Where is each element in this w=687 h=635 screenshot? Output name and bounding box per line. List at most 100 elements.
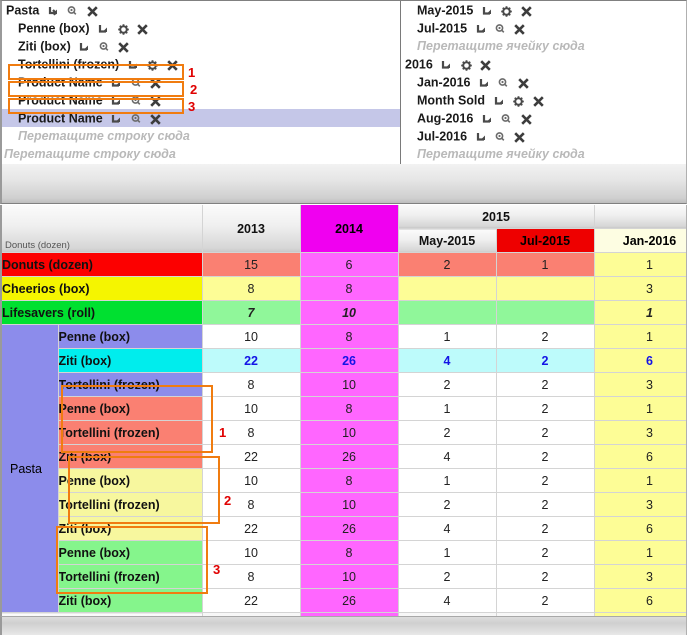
filter-gear-icon[interactable] bbox=[494, 23, 507, 36]
table-row[interactable]: Ziti (box) 22 26 4 2 6 bbox=[2, 348, 686, 373]
remove-x-icon[interactable] bbox=[479, 59, 492, 72]
data-cell[interactable]: 3 bbox=[594, 276, 686, 301]
data-cell[interactable]: 1 bbox=[594, 468, 686, 493]
data-cell[interactable]: 2 bbox=[398, 492, 497, 517]
data-cell[interactable]: 10 bbox=[300, 420, 399, 445]
row-header-label[interactable]: Tortellini (frozen) bbox=[58, 420, 203, 445]
data-cell[interactable]: 22 bbox=[202, 516, 301, 541]
data-cell[interactable]: 8 bbox=[202, 420, 301, 445]
col-field-item-2016[interactable]: 2016 bbox=[401, 55, 686, 73]
filter-gear-icon[interactable] bbox=[500, 5, 513, 18]
drill-arrow-icon[interactable] bbox=[475, 23, 488, 36]
table-row[interactable]: Tortellini (frozen) 8 10 2 2 3 bbox=[2, 372, 686, 397]
data-cell[interactable]: 4 bbox=[398, 348, 497, 373]
table-row[interactable]: Penne (box) 10 8 1 2 1 bbox=[2, 468, 686, 493]
row-field-item-product-name-3[interactable]: Product Name bbox=[2, 109, 400, 127]
col-drop-hint-mid[interactable]: Перетащите ячейку сюда bbox=[401, 37, 686, 55]
data-cell[interactable]: 2 bbox=[496, 588, 595, 613]
row-field-item-product-name-1[interactable]: Product Name bbox=[2, 73, 400, 91]
row-fields-panel[interactable]: Pasta Penne (box) Ziti (box) Tortellini … bbox=[2, 1, 401, 164]
data-cell[interactable]: 26 bbox=[300, 516, 399, 541]
data-cell[interactable]: 1 bbox=[398, 468, 497, 493]
filter-gear-icon[interactable] bbox=[512, 95, 525, 108]
table-row[interactable]: Pasta Penne (box) 10 8 1 2 1 bbox=[2, 324, 686, 613]
row-field-item[interactable]: Pasta bbox=[2, 1, 400, 19]
filter-gear-icon[interactable] bbox=[494, 131, 507, 144]
filter-gear-icon[interactable] bbox=[117, 23, 130, 36]
drill-arrow-icon[interactable] bbox=[78, 41, 91, 54]
data-cell[interactable]: 22 bbox=[202, 444, 301, 469]
data-cell[interactable]: 2 bbox=[496, 372, 595, 397]
col-field-item-month-sold[interactable]: Month Sold bbox=[401, 91, 686, 109]
col-field-item[interactable]: May-2015 bbox=[401, 1, 686, 19]
data-cell[interactable]: 10 bbox=[300, 372, 399, 397]
column-header-jan-2016[interactable]: Jan-2016 bbox=[594, 228, 686, 253]
table-row[interactable]: Penne (box) 10 8 1 2 1 bbox=[2, 540, 686, 565]
remove-x-icon[interactable] bbox=[520, 113, 533, 126]
data-cell[interactable]: 2 bbox=[398, 372, 497, 397]
row-field-item[interactable]: Penne (box) bbox=[2, 19, 400, 37]
drill-arrow-icon[interactable] bbox=[47, 5, 60, 18]
data-cell[interactable]: 3 bbox=[594, 564, 686, 589]
data-cell[interactable]: 1 bbox=[398, 324, 497, 349]
filter-gear-icon[interactable] bbox=[130, 77, 143, 90]
remove-x-icon[interactable] bbox=[513, 131, 526, 144]
data-cell[interactable]: 6 bbox=[594, 516, 686, 541]
data-cell[interactable]: 6 bbox=[300, 252, 399, 277]
data-cell[interactable] bbox=[398, 276, 497, 301]
table-row[interactable]: Cheerios (box) 8 8 3 bbox=[2, 276, 686, 301]
data-cell[interactable]: 6 bbox=[594, 444, 686, 469]
data-cell[interactable] bbox=[496, 300, 595, 325]
data-cell[interactable]: 2 bbox=[496, 444, 595, 469]
data-cell[interactable]: 26 bbox=[300, 348, 399, 373]
drill-arrow-icon[interactable] bbox=[110, 95, 123, 108]
table-row[interactable]: Tortellini (frozen) 8 10 2 2 3 bbox=[2, 420, 686, 445]
data-cell[interactable]: 26 bbox=[300, 444, 399, 469]
column-header-2014[interactable]: 2014 bbox=[300, 205, 399, 253]
row-header-label[interactable]: Penne (box) bbox=[58, 396, 203, 421]
filter-gear-icon[interactable] bbox=[497, 77, 510, 90]
filter-gear-icon[interactable] bbox=[130, 113, 143, 126]
data-cell[interactable]: 8 bbox=[300, 396, 399, 421]
remove-x-icon[interactable] bbox=[166, 59, 179, 72]
data-cell[interactable]: 2 bbox=[496, 468, 595, 493]
data-cell[interactable]: 4 bbox=[398, 444, 497, 469]
col-field-item[interactable]: Jan-2016 bbox=[401, 73, 686, 91]
drill-arrow-icon[interactable] bbox=[481, 5, 494, 18]
remove-x-icon[interactable] bbox=[149, 77, 162, 90]
table-row[interactable]: Ziti (box) 22 26 4 2 6 bbox=[2, 444, 686, 469]
data-cell[interactable]: 4 bbox=[398, 516, 497, 541]
data-cell[interactable]: 10 bbox=[300, 300, 399, 325]
filter-gear-icon[interactable] bbox=[130, 95, 143, 108]
data-cell[interactable]: 10 bbox=[202, 468, 301, 493]
column-header-blank[interactable] bbox=[594, 205, 686, 229]
remove-x-icon[interactable] bbox=[520, 5, 533, 18]
col-field-item[interactable]: Jul-2016 bbox=[401, 127, 686, 145]
data-cell[interactable]: 1 bbox=[594, 396, 686, 421]
column-header-2015[interactable]: 2015 bbox=[398, 205, 595, 229]
table-row[interactable]: Lifesavers (roll) 7 10 1 bbox=[2, 300, 686, 325]
data-cell[interactable]: 26 bbox=[300, 588, 399, 613]
data-cell[interactable]: 1 bbox=[398, 396, 497, 421]
col-field-item[interactable]: Jul-2015 bbox=[401, 19, 686, 37]
row-drop-hint[interactable]: Перетащите строку сюда bbox=[2, 127, 400, 145]
remove-x-icon[interactable] bbox=[149, 95, 162, 108]
data-cell[interactable]: 1 bbox=[398, 540, 497, 565]
data-cell[interactable]: 1 bbox=[594, 324, 686, 349]
row-header-label[interactable]: Ziti (box) bbox=[58, 588, 203, 613]
row-group-label-pasta[interactable]: Pasta bbox=[2, 324, 59, 613]
data-cell[interactable]: 8 bbox=[202, 492, 301, 517]
data-cell[interactable]: 8 bbox=[300, 468, 399, 493]
row-drop-hint-outer[interactable]: Перетащите строку сюда bbox=[2, 145, 400, 163]
table-row[interactable]: Penne (box) 10 8 1 2 1 bbox=[2, 396, 686, 421]
row-field-item[interactable]: Tortellini (frozen) bbox=[2, 55, 400, 73]
data-cell[interactable]: 2 bbox=[398, 252, 497, 277]
data-cell[interactable]: 8 bbox=[202, 372, 301, 397]
data-cell[interactable]: 2 bbox=[496, 540, 595, 565]
data-cell[interactable]: 22 bbox=[202, 348, 301, 373]
column-header-jul-2015[interactable]: Jul-2015 bbox=[496, 228, 595, 253]
table-row[interactable]: Ziti (box) 22 26 4 2 6 bbox=[2, 516, 686, 541]
table-row[interactable]: Donuts (dozen) 15 6 2 1 1 bbox=[2, 252, 686, 277]
remove-x-icon[interactable] bbox=[517, 77, 530, 90]
column-header-2013[interactable]: 2013 bbox=[202, 205, 301, 253]
